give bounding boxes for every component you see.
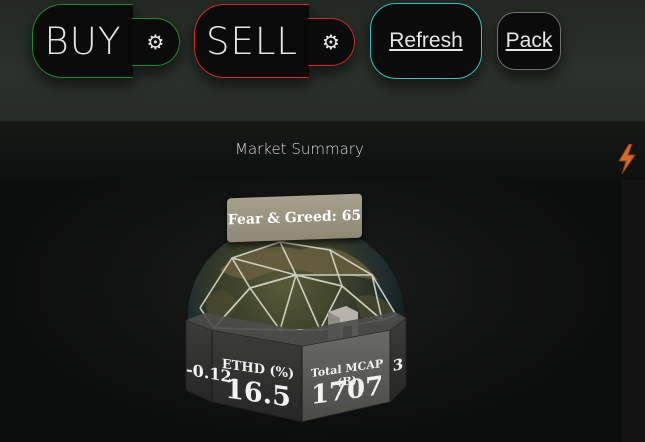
- pack-label: Pack: [505, 29, 553, 52]
- sell-button[interactable]: SELL: [194, 4, 309, 78]
- sell-settings-button[interactable]: ⚙: [308, 18, 355, 66]
- scrollbar[interactable]: [622, 180, 645, 442]
- refresh-button[interactable]: Refresh: [370, 3, 482, 79]
- sell-label: SELL: [205, 19, 299, 63]
- market-summary-title: Market Summary: [235, 140, 364, 158]
- pack-button[interactable]: Pack: [497, 12, 561, 70]
- fear-greed-sign: Fear & Greed: 65: [227, 193, 362, 243]
- refresh-label: Refresh: [389, 29, 463, 52]
- right-panel-value: 3: [392, 354, 404, 376]
- buy-button[interactable]: BUY: [32, 4, 133, 78]
- gear-icon: ⚙: [146, 30, 165, 54]
- lightning-bolt-icon[interactable]: [616, 144, 638, 174]
- buy-settings-button[interactable]: ⚙: [132, 18, 180, 66]
- buy-label: BUY: [44, 19, 122, 63]
- gear-icon: ⚙: [322, 30, 340, 54]
